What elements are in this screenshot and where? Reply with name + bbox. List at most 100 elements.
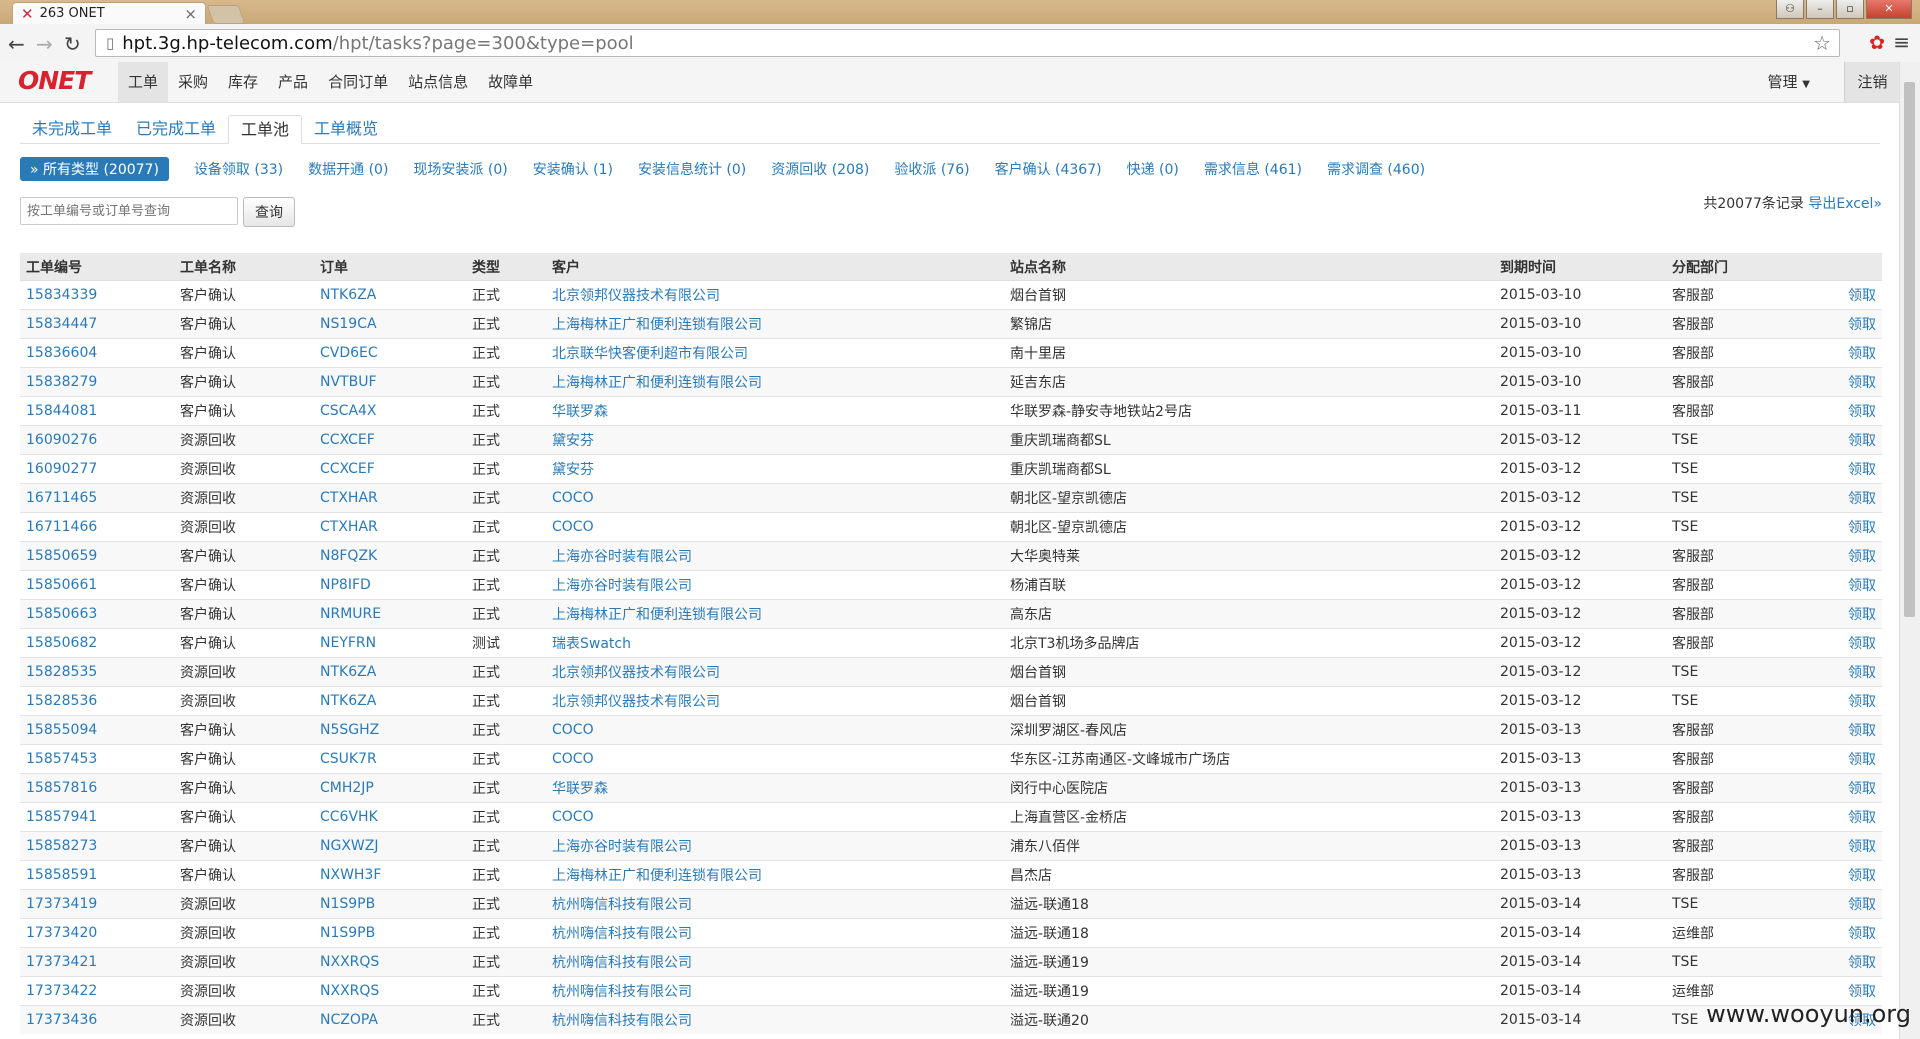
window-minimize-button[interactable]: – — [1806, 0, 1834, 19]
order-no-link[interactable]: 17373420 — [26, 925, 97, 941]
nav-item-fault-ticket[interactable]: 故障单 — [478, 62, 543, 102]
claim-link[interactable]: 领取 — [1848, 578, 1876, 594]
onet-logo[interactable]: ONET — [18, 66, 91, 95]
customer-link[interactable]: COCO — [552, 490, 594, 506]
nav-item-site-info[interactable]: 站点信息 — [398, 62, 478, 102]
order-no-link[interactable]: 15850663 — [26, 606, 97, 622]
new-tab-button[interactable] — [206, 5, 246, 24]
tab-close-icon[interactable]: × — [184, 5, 197, 23]
customer-link[interactable]: 上海梅林正广和便利连锁有限公司 — [552, 607, 762, 623]
customer-link[interactable]: 黛安芬 — [552, 462, 594, 478]
order-link[interactable]: NTK6ZA — [320, 287, 376, 303]
order-link[interactable]: NXWH3F — [320, 867, 381, 883]
search-button[interactable]: 查询 — [243, 197, 295, 227]
customer-link[interactable]: 杭州嗨信科技有限公司 — [552, 897, 692, 913]
customer-link[interactable]: 上海亦谷时装有限公司 — [552, 839, 692, 855]
claim-link[interactable]: 领取 — [1848, 636, 1876, 652]
filter-onsite-install[interactable]: 现场安装派 (0) — [413, 159, 507, 179]
order-link[interactable]: CMH2JP — [320, 780, 374, 796]
claim-link[interactable]: 领取 — [1848, 520, 1876, 536]
filter-demand-info[interactable]: 需求信息 (461) — [1204, 159, 1302, 179]
customer-link[interactable]: COCO — [552, 519, 594, 535]
customer-link[interactable]: 上海亦谷时装有限公司 — [552, 549, 692, 565]
browser-menu-icon[interactable]: ≡ — [1893, 30, 1910, 54]
order-no-link[interactable]: 15834339 — [26, 287, 97, 303]
claim-link[interactable]: 领取 — [1848, 926, 1876, 942]
export-excel-link[interactable]: 导出Excel» — [1808, 196, 1882, 212]
window-close-button[interactable]: ✕ — [1866, 0, 1912, 19]
order-no-link[interactable]: 17373422 — [26, 983, 97, 999]
order-link[interactable]: NVTBUF — [320, 374, 377, 390]
filter-customer-confirm[interactable]: 客户确认 (4367) — [995, 159, 1102, 179]
customer-link[interactable]: 华联罗森 — [552, 404, 608, 420]
filter-install-stats[interactable]: 安装信息统计 (0) — [638, 159, 746, 179]
order-no-link[interactable]: 15828536 — [26, 693, 97, 709]
customer-link[interactable]: 杭州嗨信科技有限公司 — [552, 926, 692, 942]
order-no-link[interactable]: 15858273 — [26, 838, 97, 854]
order-no-link[interactable]: 15857941 — [26, 809, 97, 825]
claim-link[interactable]: 领取 — [1848, 955, 1876, 971]
order-link[interactable]: CTXHAR — [320, 490, 378, 506]
claim-link[interactable]: 领取 — [1848, 868, 1876, 884]
claim-link[interactable]: 领取 — [1848, 607, 1876, 623]
tab-unfinished[interactable]: 未完成工单 — [20, 115, 124, 143]
order-link[interactable]: CC6VHK — [320, 809, 378, 825]
nav-item-purchase[interactable]: 采购 — [168, 62, 218, 102]
order-link[interactable]: N8FQZK — [320, 548, 377, 564]
order-no-link[interactable]: 15844081 — [26, 403, 97, 419]
customer-link[interactable]: COCO — [552, 809, 594, 825]
filter-resource-recycle[interactable]: 资源回收 (208) — [771, 159, 869, 179]
order-no-link[interactable]: 16090277 — [26, 461, 97, 477]
claim-link[interactable]: 领取 — [1848, 491, 1876, 507]
order-no-link[interactable]: 15850659 — [26, 548, 97, 564]
customer-link[interactable]: COCO — [552, 751, 594, 767]
admin-dropdown[interactable]: 管理 ▼ — [1768, 62, 1811, 105]
order-link[interactable]: NXXRQS — [320, 954, 379, 970]
filter-all[interactable]: » 所有类型 (20077) — [20, 157, 169, 181]
order-link[interactable]: NS19CA — [320, 316, 377, 332]
customer-link[interactable]: 上海亦谷时装有限公司 — [552, 578, 692, 594]
claim-link[interactable]: 领取 — [1848, 549, 1876, 565]
order-no-link[interactable]: 16711465 — [26, 490, 97, 506]
order-link[interactable]: N5SGHZ — [320, 722, 379, 738]
scrollbar-thumb[interactable] — [1904, 82, 1915, 617]
window-maximize-button[interactable]: ▫ — [1836, 0, 1864, 19]
order-link[interactable]: NGXWZJ — [320, 838, 378, 854]
claim-link[interactable]: 领取 — [1848, 404, 1876, 420]
filter-express[interactable]: 快递 (0) — [1127, 159, 1179, 179]
browser-tab[interactable]: ✕ 263 ONET × — [12, 2, 206, 24]
customer-link[interactable]: 北京领邦仪器技术有限公司 — [552, 694, 720, 710]
page-scrollbar[interactable] — [1899, 62, 1920, 1039]
order-link[interactable]: N1S9PB — [320, 925, 375, 941]
filter-demand-survey[interactable]: 需求调查 (460) — [1327, 159, 1425, 179]
customer-link[interactable]: 黛安芬 — [552, 433, 594, 449]
claim-link[interactable]: 领取 — [1848, 897, 1876, 913]
order-link[interactable]: NTK6ZA — [320, 693, 376, 709]
nav-item-contract-order[interactable]: 合同订单 — [318, 62, 398, 102]
order-no-link[interactable]: 15850661 — [26, 577, 97, 593]
order-no-link[interactable]: 15836604 — [26, 345, 97, 361]
order-no-link[interactable]: 15834447 — [26, 316, 97, 332]
order-link[interactable]: NXXRQS — [320, 983, 379, 999]
claim-link[interactable]: 领取 — [1848, 665, 1876, 681]
claim-link[interactable]: 领取 — [1848, 317, 1876, 333]
address-bar[interactable]: ▯ hpt.3g.hp-telecom.com/hpt/tasks?page=3… — [95, 29, 1840, 57]
customer-link[interactable]: 北京联华快客便利超市有限公司 — [552, 346, 748, 362]
customer-link[interactable]: 杭州嗨信科技有限公司 — [552, 984, 692, 1000]
order-link[interactable]: CCXCEF — [320, 461, 375, 477]
forward-arrow-icon[interactable]: → — [36, 32, 53, 56]
customer-link[interactable]: 上海梅林正广和便利连锁有限公司 — [552, 868, 762, 884]
claim-link[interactable]: 领取 — [1848, 781, 1876, 797]
order-no-link[interactable]: 15850682 — [26, 635, 97, 651]
tab-finished[interactable]: 已完成工单 — [124, 115, 228, 143]
order-no-link[interactable]: 16090276 — [26, 432, 97, 448]
order-link[interactable]: CSCA4X — [320, 403, 377, 419]
customer-link[interactable]: 杭州嗨信科技有限公司 — [552, 1013, 692, 1029]
claim-link[interactable]: 领取 — [1848, 346, 1876, 362]
order-no-link[interactable]: 15857816 — [26, 780, 97, 796]
customer-link[interactable]: 华联罗森 — [552, 781, 608, 797]
customer-link[interactable]: 北京领邦仪器技术有限公司 — [552, 665, 720, 681]
order-no-link[interactable]: 15857453 — [26, 751, 97, 767]
bookmark-star-icon[interactable]: ☆ — [1813, 31, 1831, 55]
tab-overview[interactable]: 工单概览 — [302, 115, 390, 143]
